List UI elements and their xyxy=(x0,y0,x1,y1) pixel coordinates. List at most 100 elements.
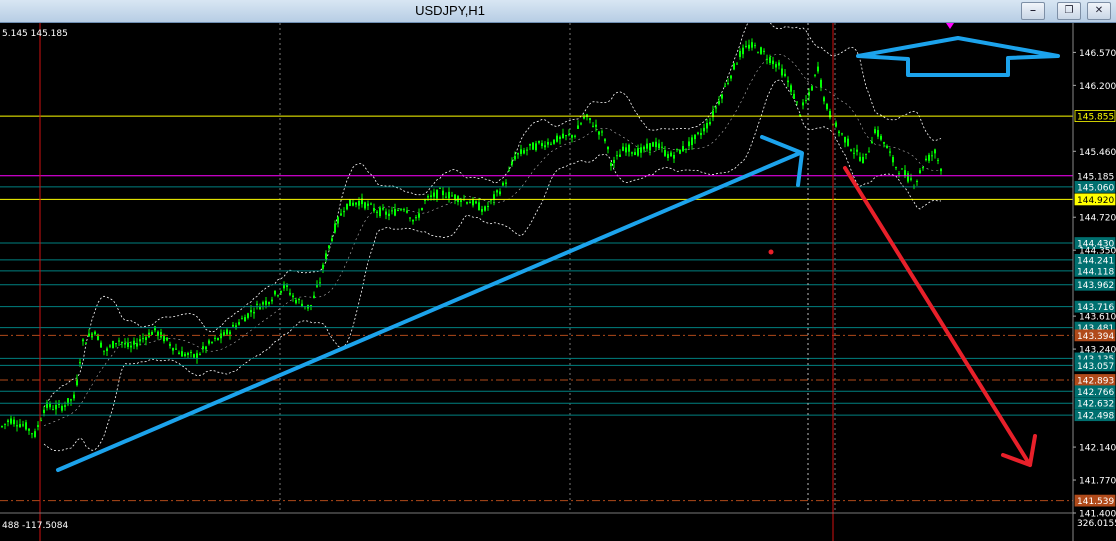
candle-body xyxy=(769,57,771,64)
candle-body xyxy=(739,51,741,57)
candle-body xyxy=(520,149,522,154)
candle-body xyxy=(940,168,942,172)
candle-body xyxy=(661,146,663,148)
candle-body xyxy=(517,153,519,155)
restore-button[interactable]: ❐ xyxy=(1057,2,1081,20)
candle-body xyxy=(664,150,666,156)
candle-body xyxy=(85,342,87,344)
candle-body xyxy=(4,423,6,425)
candle-body xyxy=(484,206,486,211)
minimize-button[interactable]: ⎯ xyxy=(1021,2,1045,20)
candle-body xyxy=(19,424,21,427)
candle-body xyxy=(646,143,648,149)
candle-body xyxy=(835,122,837,127)
candle-body xyxy=(547,141,549,145)
candle-body xyxy=(559,136,561,140)
candle-body xyxy=(172,347,174,351)
candle-body xyxy=(412,219,414,222)
candle-body xyxy=(310,304,312,306)
candle-body xyxy=(466,202,468,204)
candle-body xyxy=(151,331,153,335)
candle-body xyxy=(634,152,636,156)
candle-body xyxy=(649,143,651,151)
candle-body xyxy=(745,45,747,48)
candle-body xyxy=(145,337,147,340)
candle-body xyxy=(505,182,507,184)
candle-body xyxy=(220,333,222,339)
candle-body xyxy=(163,335,165,342)
candle-body xyxy=(895,167,897,169)
candle-body xyxy=(550,143,552,145)
candle-body xyxy=(325,253,327,259)
candle-body xyxy=(487,205,489,207)
candle-body xyxy=(424,199,426,201)
candle-body xyxy=(100,342,102,348)
candle-body xyxy=(907,173,909,182)
candle-body xyxy=(880,135,882,140)
candle-body xyxy=(385,211,387,215)
candle-body xyxy=(673,154,675,159)
candle-body xyxy=(418,213,420,218)
candle-body xyxy=(265,300,267,305)
candle-body xyxy=(790,85,792,92)
candle-body xyxy=(415,217,417,219)
candle-body xyxy=(580,123,582,125)
candle-body xyxy=(721,94,723,99)
candle-body xyxy=(643,146,645,150)
candle-body xyxy=(736,63,738,65)
candle-body xyxy=(658,143,660,149)
candle-body xyxy=(724,85,726,87)
candle-body xyxy=(562,133,564,139)
candle-body xyxy=(667,154,669,159)
candle-body xyxy=(481,209,483,212)
candle-body xyxy=(13,419,15,425)
candle-body xyxy=(388,213,390,217)
level-label: 142.766 xyxy=(1077,388,1114,398)
candle-body xyxy=(796,101,798,103)
candle-body xyxy=(637,148,639,156)
candle-body xyxy=(430,195,432,197)
candle-body xyxy=(556,135,558,142)
candle-body xyxy=(1,426,3,428)
candle-body xyxy=(871,141,873,144)
candle-body xyxy=(16,425,18,427)
candle-body xyxy=(886,145,888,149)
candle-body xyxy=(640,147,642,153)
candle-body xyxy=(763,50,765,52)
candle-body xyxy=(532,142,534,150)
window-title-bar[interactable]: USDJPY,H1 ⎯ ❐ ✕ xyxy=(0,0,1116,23)
axis-tick-label: 145.460 xyxy=(1079,148,1116,158)
candle-body xyxy=(799,114,801,116)
candle-body xyxy=(217,337,219,341)
candle-body xyxy=(469,202,471,204)
candle-body xyxy=(802,102,804,106)
candle-body xyxy=(202,346,204,349)
price-chart[interactable]: 145.855145.185145.060144.920144.430144.2… xyxy=(0,23,1116,541)
close-button[interactable]: ✕ xyxy=(1087,2,1111,20)
candle-body xyxy=(697,132,699,134)
candle-body xyxy=(655,141,657,148)
candle-body xyxy=(427,196,429,198)
candle-body xyxy=(529,143,531,146)
candle-body xyxy=(934,149,936,154)
candle-body xyxy=(136,343,138,347)
candle-body xyxy=(319,282,321,284)
candle-body xyxy=(775,64,777,68)
level-label: 143.962 xyxy=(1077,281,1114,291)
candle-body xyxy=(754,45,756,47)
candle-body xyxy=(79,362,81,364)
candle-body xyxy=(568,134,570,136)
candle-body xyxy=(238,322,240,325)
candle-body xyxy=(316,285,318,287)
candle-body xyxy=(511,161,513,165)
level-label: 143.057 xyxy=(1077,362,1114,372)
candle-body xyxy=(904,170,906,176)
candle-body xyxy=(259,306,261,310)
candle-body xyxy=(256,303,258,305)
candle-body xyxy=(931,155,933,157)
candle-body xyxy=(460,200,462,202)
indicator-readout: 488 -117.5084 xyxy=(2,521,69,531)
level-label: 144.118 xyxy=(1077,267,1114,277)
candle-body xyxy=(478,202,480,211)
candle-body xyxy=(118,340,120,342)
